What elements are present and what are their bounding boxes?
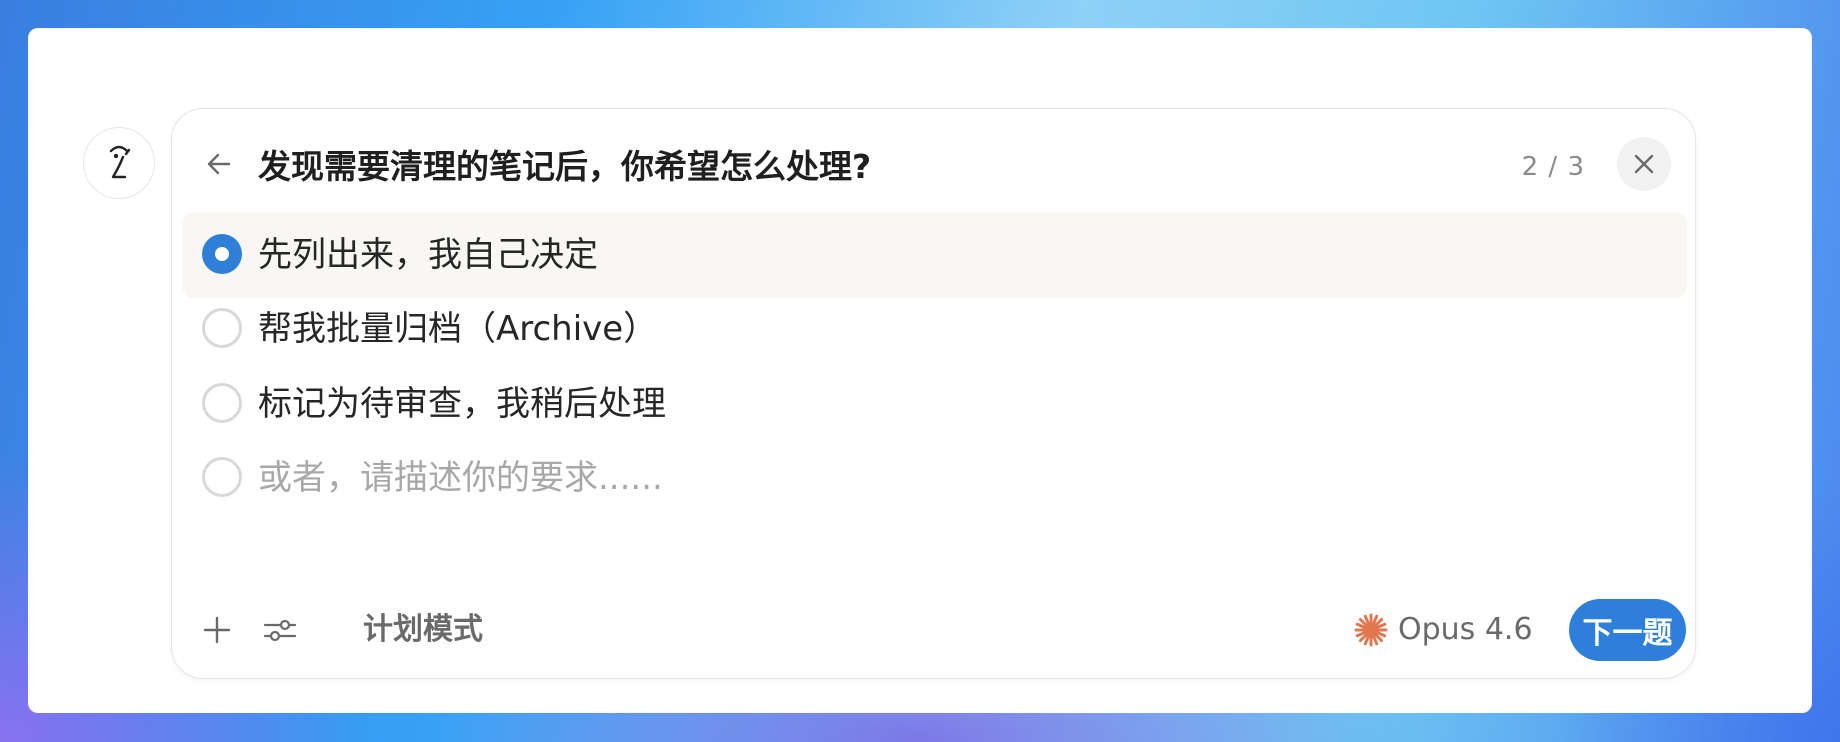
close-icon xyxy=(1634,154,1654,174)
option-label: 帮我批量归档（Archive） xyxy=(258,309,658,349)
question-counter: 2 / 3 xyxy=(1521,152,1585,182)
radio-unselected[interactable] xyxy=(202,457,242,497)
question-title: 发现需要清理的笔记后，你希望怎么处理? xyxy=(258,147,872,186)
arrow-left-icon xyxy=(207,153,231,175)
sliders-icon xyxy=(263,619,297,642)
app-window: 发现需要清理的笔记后，你希望怎么处理? 2 / 3 先列出来，我自己决定 帮我批… xyxy=(28,28,1812,713)
next-question-button[interactable]: 下一题 xyxy=(1569,599,1686,661)
radio-selected[interactable] xyxy=(202,234,242,274)
add-button[interactable] xyxy=(200,613,234,647)
radio-unselected[interactable] xyxy=(202,308,242,348)
back-button[interactable] xyxy=(202,147,236,181)
assistant-logo-icon xyxy=(109,145,131,179)
option-custom[interactable] xyxy=(182,435,1687,521)
question-header: 发现需要清理的笔记后，你希望怎么处理? 2 / 3 xyxy=(172,109,1695,219)
model-selector[interactable]: Opus 4.6 xyxy=(1354,609,1533,651)
option-label: 先列出来，我自己决定 xyxy=(258,235,598,275)
plus-icon xyxy=(203,616,231,644)
assistant-avatar xyxy=(83,127,155,199)
custom-answer-input[interactable] xyxy=(258,455,1558,501)
plan-mode-button[interactable]: 计划模式 xyxy=(363,612,483,648)
radio-unselected[interactable] xyxy=(202,383,242,423)
option-label: 标记为待审查，我稍后处理 xyxy=(258,384,666,424)
option-2[interactable]: 帮我批量归档（Archive） xyxy=(182,286,1687,372)
close-button[interactable] xyxy=(1617,137,1671,191)
question-card: 发现需要清理的笔记后，你希望怎么处理? 2 / 3 先列出来，我自己决定 帮我批… xyxy=(171,108,1696,679)
model-name: Opus 4.6 xyxy=(1398,612,1533,647)
sparkle-icon xyxy=(1354,613,1388,647)
settings-button[interactable] xyxy=(262,613,298,647)
